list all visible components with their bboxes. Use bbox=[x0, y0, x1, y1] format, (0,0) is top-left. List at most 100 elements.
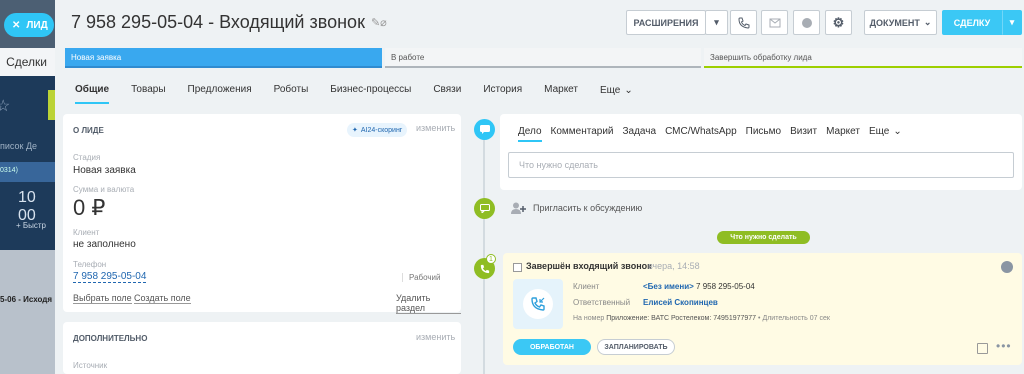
stage-finish[interactable]: Завершить обработку лида bbox=[704, 48, 1022, 68]
editor-tab-visit[interactable]: Визит bbox=[790, 126, 817, 142]
lead-close-tab[interactable]: ✕ ЛИД bbox=[4, 13, 54, 37]
delete-section-link[interactable]: Удалить раздел bbox=[396, 293, 461, 314]
editor-tab-more[interactable]: Еще ⌄ bbox=[869, 126, 902, 142]
note-icon[interactable] bbox=[977, 343, 988, 354]
background-search-hint: писок Де bbox=[0, 141, 38, 151]
todo-section-label: Что нужно сделать bbox=[717, 231, 810, 244]
app-text: Приложение: ВАТС Ростелеком: 74951977977 bbox=[606, 315, 757, 322]
stage-field-value[interactable]: Новая заявка bbox=[73, 165, 136, 176]
document-button[interactable]: ДОКУМЕНТ ⌄ bbox=[864, 10, 937, 35]
timeline-chat-icon bbox=[474, 198, 495, 219]
tab-offers[interactable]: Предложения bbox=[188, 84, 252, 104]
extra-card: ДОПОЛНИТЕЛЬНО изменить Источник bbox=[63, 322, 461, 374]
activity-editor: Дело Комментарий Задача СМС/WhatsApp Пис… bbox=[500, 114, 1022, 190]
editor-tab-more-label: Еще bbox=[868, 126, 890, 137]
settings-button[interactable]: ⚙ bbox=[825, 10, 852, 35]
background-light bbox=[0, 250, 55, 374]
editor-tab-task[interactable]: Задача bbox=[623, 126, 657, 142]
complete-checkbox[interactable] bbox=[513, 263, 522, 272]
call-meta: На номер Приложение: ВАТС Ростелеком: 74… bbox=[573, 315, 830, 322]
gear-icon: ⚙ bbox=[832, 14, 845, 30]
tab-history[interactable]: История bbox=[483, 84, 522, 104]
create-deal-button[interactable]: СДЕЛКУ bbox=[942, 10, 1002, 35]
change-about-link[interactable]: изменить bbox=[416, 123, 455, 133]
background-tab: Сделки bbox=[6, 55, 47, 69]
document-button-label: ДОКУМЕНТ bbox=[869, 17, 920, 28]
lead-panel: 7 958 295-05-04 - Входящий звонок ✎⌀ РАС… bbox=[55, 0, 1024, 374]
responsible-name-link[interactable]: Елисей Скопинцев bbox=[643, 298, 718, 307]
background-fast: + Быстр bbox=[16, 221, 47, 230]
call-time: вчера, 14:58 bbox=[648, 261, 700, 271]
chevron-down-icon: ▾ bbox=[1009, 17, 1015, 27]
editor-tab-email[interactable]: Письмо bbox=[746, 126, 781, 142]
invite-label: Пригласить к обсуждению bbox=[533, 203, 643, 213]
extensions-button[interactable]: РАСШИРЕНИЯ bbox=[626, 10, 706, 35]
tab-robots[interactable]: Роботы bbox=[274, 84, 309, 104]
lead-tabs: Общие Товары Предложения Роботы Бизнес-п… bbox=[75, 84, 655, 104]
stage-new[interactable]: Новая заявка bbox=[65, 48, 382, 68]
tab-links[interactable]: Связи bbox=[433, 84, 461, 104]
background-number: 10 00 bbox=[18, 189, 36, 224]
background-deal: 5-06 - Исходя bbox=[0, 295, 52, 304]
processed-button[interactable]: ОБРАБОТАН bbox=[513, 339, 591, 355]
ai-scoring-badge[interactable]: ✦ AI24-скоринг bbox=[347, 123, 408, 137]
email-button[interactable] bbox=[761, 10, 788, 35]
chevron-down-icon: ⌄ bbox=[893, 126, 902, 137]
background-page: Сделки ☆ писок Де 0314) 10 00 + Быстр 5-… bbox=[0, 0, 55, 374]
tab-more-label: Еще bbox=[600, 85, 621, 96]
lead-header: 7 958 295-05-04 - Входящий звонок ✎⌀ РАС… bbox=[55, 0, 1024, 46]
about-lead-heading: О ЛИДЕ bbox=[73, 126, 104, 135]
client-field-value[interactable]: не заполнено bbox=[73, 239, 136, 250]
incoming-call-icon bbox=[523, 289, 553, 319]
responsible-label: Ответственный bbox=[573, 298, 631, 307]
page-title: 7 958 295-05-04 - Входящий звонок ✎⌀ bbox=[71, 12, 387, 33]
invite-to-discussion[interactable]: Пригласить к обсуждению bbox=[503, 196, 1022, 220]
activity-editor-tabs: Дело Комментарий Задача СМС/WhatsApp Пис… bbox=[518, 126, 911, 142]
star-icon: ☆ bbox=[0, 98, 11, 115]
chevron-down-icon: ▾ bbox=[714, 17, 719, 27]
ai-sparkle-icon: ✦ bbox=[352, 127, 358, 134]
stage-in-progress[interactable]: В работе bbox=[385, 48, 701, 68]
call-button[interactable] bbox=[730, 10, 757, 35]
incoming-call-icon-box bbox=[513, 279, 563, 329]
client-name-link[interactable]: <Без имени> bbox=[643, 282, 694, 291]
call-title: Завершён входящий звонок bbox=[526, 261, 652, 271]
tab-market[interactable]: Маркет bbox=[544, 84, 578, 104]
create-field-link[interactable]: Создать поле bbox=[134, 293, 191, 304]
timeline-counter-badge: 1 bbox=[486, 254, 496, 264]
client-phone: 7 958 295-05-04 bbox=[696, 282, 755, 291]
change-extra-link[interactable]: изменить bbox=[416, 332, 455, 342]
stage-field-label: Стадия bbox=[73, 153, 101, 162]
number-label: На номер bbox=[573, 315, 605, 322]
edit-title-icon[interactable]: ✎⌀ bbox=[371, 16, 387, 29]
tab-more[interactable]: Еще ⌄ bbox=[600, 84, 633, 104]
sum-field-value[interactable]: 0 ₽ bbox=[73, 195, 105, 221]
source-field-label: Источник bbox=[73, 361, 108, 370]
responsible-avatar[interactable] bbox=[1001, 261, 1013, 273]
tab-products[interactable]: Товары bbox=[131, 84, 165, 104]
chevron-down-icon: ⌄ bbox=[624, 85, 633, 96]
background-green-mark bbox=[48, 90, 55, 120]
create-deal-dropdown-button[interactable]: ▾ bbox=[1002, 10, 1022, 35]
phone-field-value[interactable]: 7 958 295-05-04 bbox=[73, 271, 147, 283]
todo-input[interactable]: Что нужно сделать bbox=[508, 152, 1014, 178]
editor-tab-sms[interactable]: СМС/WhatsApp bbox=[665, 126, 737, 142]
call-activity-card: Завершён входящий звонок вчера, 14:58 Кл… bbox=[503, 253, 1022, 365]
tab-general[interactable]: Общие bbox=[75, 84, 110, 104]
client-field-label: Клиент bbox=[73, 228, 100, 237]
plan-button[interactable]: ЗАПЛАНИРОВАТЬ bbox=[597, 339, 675, 355]
more-dots-icon[interactable]: ••• bbox=[996, 339, 1012, 353]
extra-heading: ДОПОЛНИТЕЛЬНО bbox=[73, 334, 148, 343]
chevron-down-icon: ⌄ bbox=[923, 17, 932, 27]
editor-tab-comment[interactable]: Комментарий bbox=[551, 126, 614, 142]
ai-scoring-label: AI24-скоринг bbox=[360, 126, 403, 134]
extensions-dropdown-button[interactable]: ▾ bbox=[705, 10, 728, 35]
phone-icon bbox=[737, 17, 749, 29]
editor-tab-market[interactable]: Маркет bbox=[826, 126, 860, 142]
select-field-link[interactable]: Выбрать поле bbox=[73, 293, 132, 304]
add-user-icon bbox=[511, 202, 526, 214]
tab-business-processes[interactable]: Бизнес-процессы bbox=[330, 84, 411, 104]
chat-button[interactable] bbox=[793, 10, 820, 35]
editor-tab-todo[interactable]: Дело bbox=[518, 126, 542, 142]
chat-icon bbox=[801, 17, 812, 28]
